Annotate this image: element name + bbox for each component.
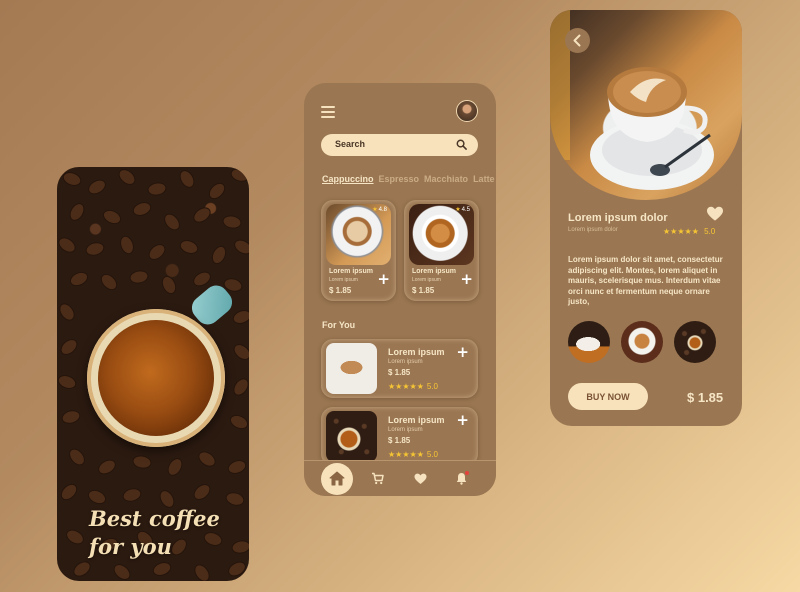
product-title: Lorem ipsum dolor bbox=[568, 212, 668, 224]
nav-home[interactable] bbox=[321, 463, 353, 495]
home-screen: Cappuccino Espresso Macchiato Latte ★ 4.… bbox=[304, 83, 496, 496]
product-image bbox=[326, 343, 377, 394]
gallery-thumb[interactable] bbox=[674, 321, 716, 363]
product-name: Lorem ipsum bbox=[412, 268, 456, 275]
notification-badge bbox=[465, 471, 469, 475]
gallery-thumb[interactable] bbox=[621, 321, 663, 363]
favorite-heart-icon[interactable] bbox=[706, 206, 724, 222]
stars-icon: ★★★★★ bbox=[663, 227, 699, 236]
product-price: $ 1.85 bbox=[388, 436, 411, 445]
product-image: ★ 4.8 bbox=[326, 204, 391, 265]
star-icon: ★ bbox=[455, 207, 461, 213]
bottom-nav bbox=[304, 460, 496, 496]
tab-espresso[interactable]: Espresso bbox=[379, 174, 420, 184]
product-card[interactable]: ★ 4.5 Lorem ipsum Lorem ipsum $ 1.85 + bbox=[404, 200, 479, 301]
product-hero-image bbox=[550, 10, 742, 200]
tab-cappuccino[interactable]: Cappuccino bbox=[322, 174, 374, 184]
product-price: $ 1.85 bbox=[412, 286, 435, 295]
back-button[interactable] bbox=[565, 28, 590, 53]
add-to-cart-button[interactable]: + bbox=[460, 272, 473, 287]
star-icon: ★ bbox=[372, 207, 378, 213]
product-card[interactable]: ★ 4.8 Lorem ipsum Lorem ipsum $ 1.85 + bbox=[321, 200, 396, 301]
rating-badge: ★ 4.8 bbox=[372, 206, 387, 214]
heart-icon bbox=[414, 473, 427, 484]
stars-icon: ★★★★★ bbox=[388, 450, 424, 459]
chevron-left-icon bbox=[573, 34, 581, 47]
coffee-cup-image bbox=[87, 309, 225, 447]
product-subtitle: Lorem ipsum bbox=[388, 427, 423, 433]
product-image: ★ 4.5 bbox=[409, 204, 474, 265]
add-to-cart-button[interactable]: + bbox=[456, 345, 469, 360]
product-price: $ 1.85 bbox=[388, 368, 411, 377]
product-subtitle: Lorem ipsum dolor bbox=[568, 227, 618, 233]
cart-icon bbox=[372, 472, 384, 485]
home-icon bbox=[329, 471, 345, 486]
product-subtitle: Lorem ipsum bbox=[329, 277, 358, 283]
nav-cart[interactable] bbox=[371, 472, 384, 490]
product-name: Lorem ipsum bbox=[329, 268, 373, 275]
star-rating: ★★★★★ 5.0 bbox=[388, 450, 438, 459]
product-name: Lorem ipsum bbox=[388, 347, 445, 357]
product-price: $ 1.85 bbox=[687, 390, 724, 405]
buy-now-button[interactable]: BUY NOW bbox=[568, 383, 648, 410]
add-to-cart-button[interactable]: + bbox=[377, 272, 390, 287]
search-bar bbox=[321, 134, 478, 156]
product-price: $ 1.85 bbox=[329, 286, 352, 295]
splash-screen: Best coffee for you bbox=[57, 167, 249, 581]
star-rating: ★★★★★ 5.0 bbox=[663, 227, 716, 236]
product-name: Lorem ipsum bbox=[388, 415, 445, 425]
product-description: Lorem ipsum dolor sit amet, consectetur … bbox=[568, 255, 723, 306]
category-tabs: Cappuccino Espresso Macchiato Latte bbox=[322, 174, 495, 184]
list-item[interactable]: Lorem ipsum Lorem ipsum $ 1.85 ★★★★★ 5.0 … bbox=[321, 407, 478, 466]
stars-icon: ★★★★★ bbox=[388, 382, 424, 391]
avatar[interactable] bbox=[456, 100, 478, 122]
for-you-heading: For You bbox=[322, 320, 356, 330]
list-item[interactable]: Lorem ipsum Lorem ipsum $ 1.85 ★★★★★ 5.0 … bbox=[321, 339, 478, 398]
detail-screen: Lorem ipsum dolor Lorem ipsum dolor ★★★★… bbox=[550, 10, 742, 426]
product-subtitle: Lorem ipsum bbox=[388, 359, 423, 365]
product-image bbox=[326, 411, 377, 462]
product-subtitle: Lorem ipsum bbox=[412, 277, 441, 283]
nav-favorites[interactable] bbox=[414, 472, 427, 490]
rating-badge: ★ 4.5 bbox=[455, 206, 470, 214]
splash-title: Best coffee for you bbox=[89, 506, 220, 559]
menu-icon[interactable] bbox=[321, 106, 335, 118]
star-rating: ★★★★★ 5.0 bbox=[388, 382, 438, 391]
search-icon[interactable] bbox=[456, 139, 467, 150]
tab-macchiato[interactable]: Macchiato bbox=[424, 174, 468, 184]
search-input[interactable] bbox=[335, 139, 455, 149]
tab-latte[interactable]: Latte bbox=[473, 174, 495, 184]
nav-notifications[interactable] bbox=[456, 471, 469, 490]
gallery-thumb[interactable] bbox=[568, 321, 610, 363]
add-to-cart-button[interactable]: + bbox=[456, 413, 469, 428]
